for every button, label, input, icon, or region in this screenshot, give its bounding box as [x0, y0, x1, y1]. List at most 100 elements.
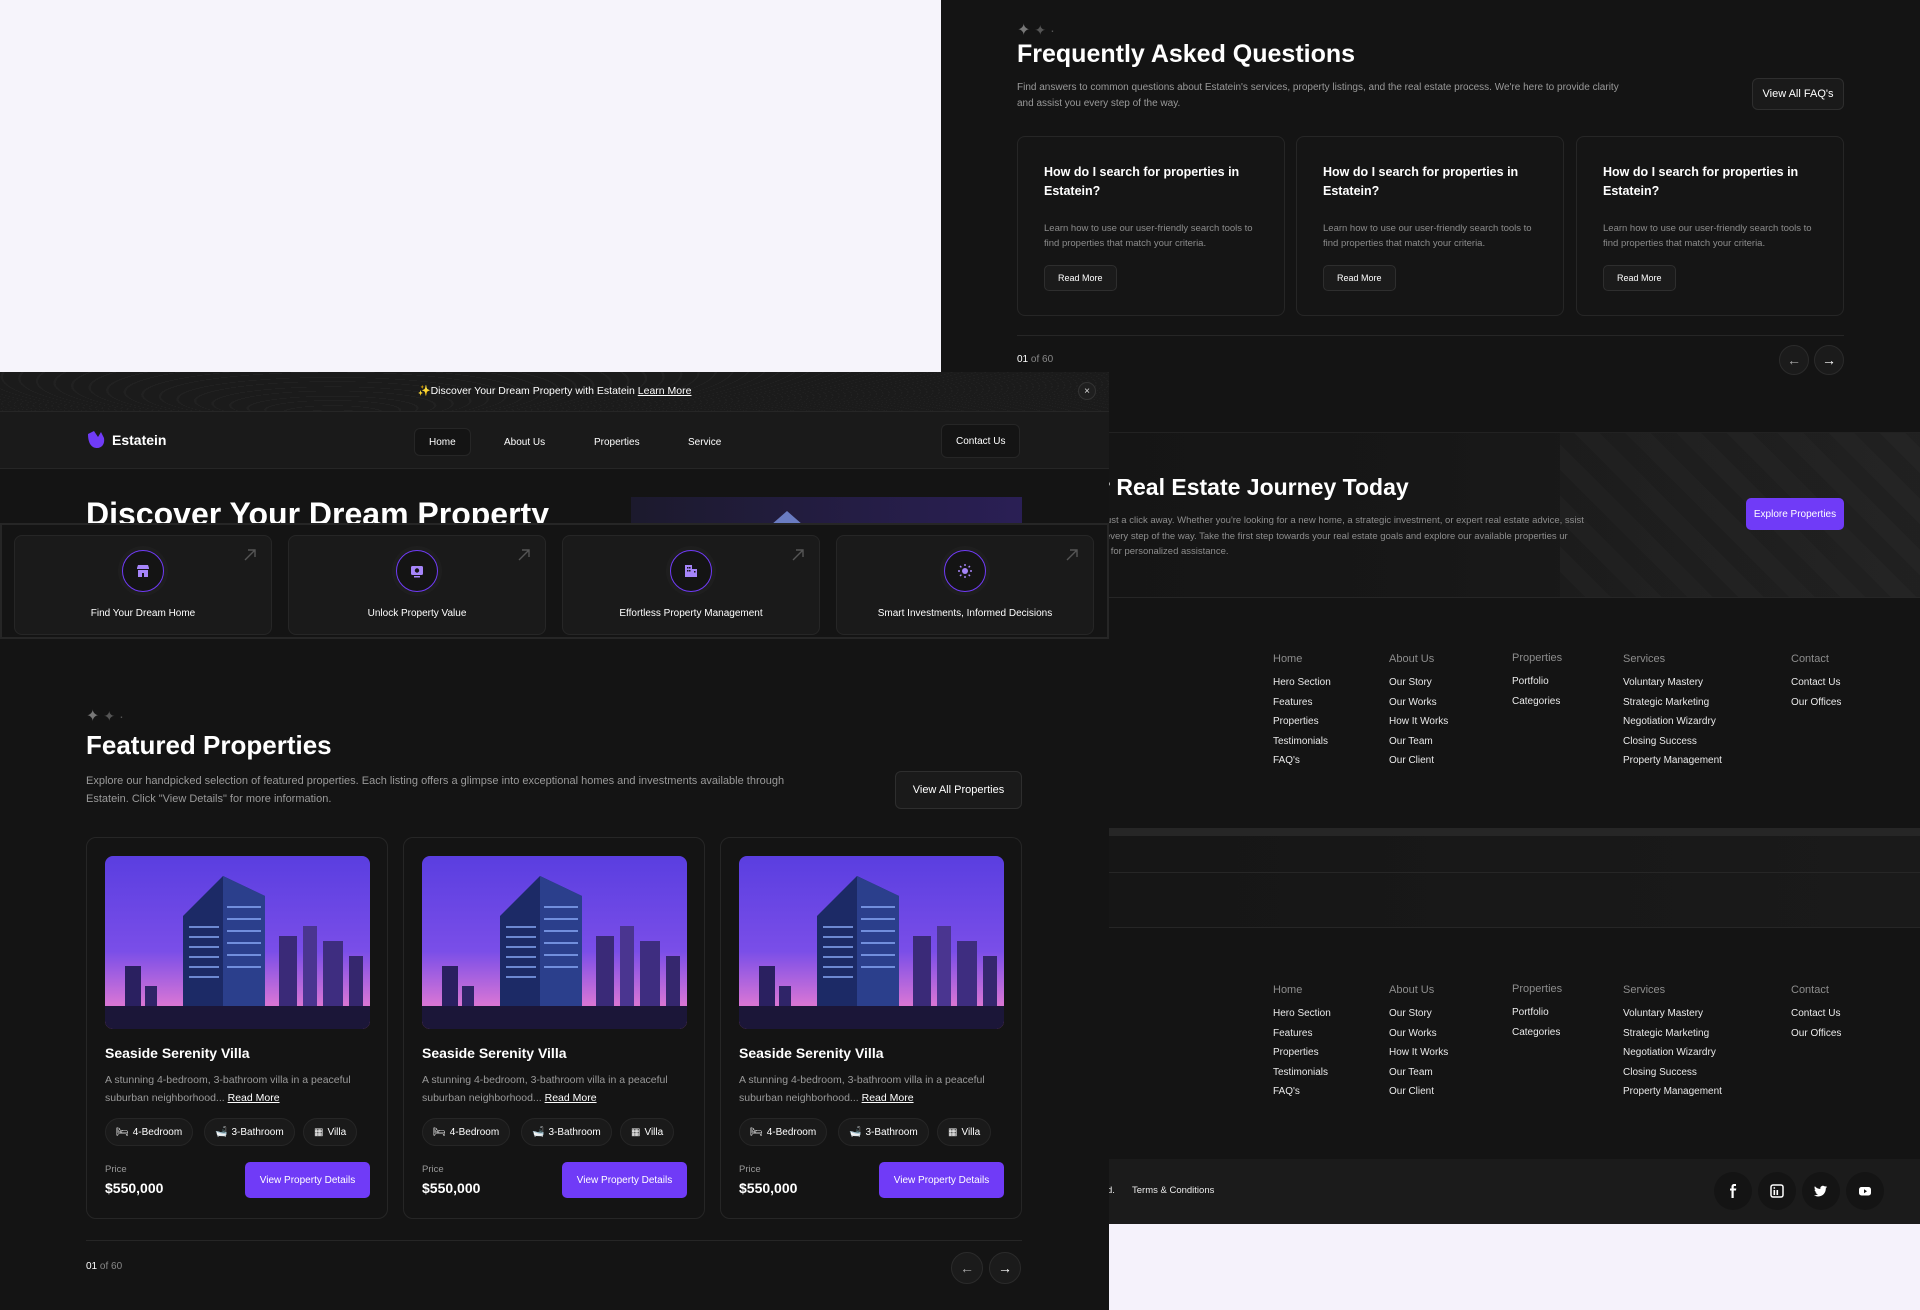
footer-link[interactable]: Negotiation Wizardry [1623, 1047, 1722, 1058]
bed-icon: 🛏 [116, 1126, 129, 1138]
footer-link[interactable]: Our Client [1389, 1086, 1448, 1097]
price-value: $550,000 [105, 1180, 164, 1196]
property-name: Seaside Serenity Villa [739, 1045, 884, 1061]
footer-link[interactable]: Property Management [1623, 1086, 1722, 1097]
arrow-left-icon: ← [1787, 352, 1801, 368]
footer-link[interactable]: Our Team [1389, 736, 1448, 747]
faq-card: How do I search for properties in Estate… [1296, 136, 1564, 316]
faq-question: How do I search for properties in Estate… [1603, 165, 1799, 198]
footer-link[interactable]: Closing Success [1623, 736, 1722, 747]
footer-link[interactable]: Contact Us [1791, 1008, 1841, 1019]
footer-link[interactable]: Closing Success [1623, 1067, 1722, 1078]
twitter-button[interactable] [1802, 1172, 1840, 1210]
sun-icon [944, 550, 986, 592]
bathroom-chip: 🛁 3-Bathroom [521, 1118, 612, 1146]
feature-card-find-home[interactable]: Find Your Dream Home [14, 535, 272, 635]
property-image[interactable] [105, 856, 370, 1029]
footer-link[interactable]: Hero Section [1273, 1008, 1331, 1019]
properties-next-button[interactable]: → [989, 1252, 1021, 1284]
footer-link[interactable]: Strategic Marketing [1623, 697, 1722, 708]
faq-next-button[interactable]: → [1814, 345, 1844, 375]
close-banner-button[interactable]: × [1078, 382, 1096, 400]
footer-link[interactable]: Property Management [1623, 755, 1722, 766]
bedroom-chip: 🛏 4-Bedroom [422, 1118, 511, 1146]
explore-properties-button[interactable]: Explore Properties [1746, 498, 1844, 530]
footer-link[interactable]: Our Works [1389, 1028, 1448, 1039]
footer-link[interactable]: Our Story [1389, 677, 1448, 688]
sparkle-icon: ✦✦· [86, 708, 128, 725]
linkedin-button[interactable] [1758, 1172, 1796, 1210]
footer-heading: Contact [1791, 653, 1829, 665]
property-image[interactable] [739, 856, 1004, 1029]
properties-pager: 01 of 60 [86, 1261, 123, 1272]
facebook-button[interactable] [1714, 1172, 1752, 1210]
terms-link[interactable]: Terms & Conditions [1132, 1185, 1214, 1196]
footer-link[interactable]: Categories [1512, 696, 1562, 707]
footer-link[interactable]: Negotiation Wizardry [1623, 716, 1722, 727]
building-icon [670, 550, 712, 592]
view-property-details-button[interactable]: View Property Details [562, 1162, 687, 1198]
footer-link[interactable]: Strategic Marketing [1623, 1028, 1722, 1039]
footer-link[interactable]: Our Offices [1791, 1028, 1841, 1039]
read-more-link[interactable]: Read More [862, 1092, 914, 1104]
footer-link[interactable]: Properties [1273, 1047, 1331, 1058]
close-icon: × [1084, 385, 1090, 397]
nav-about-us[interactable]: About Us [490, 428, 559, 456]
footer-link[interactable]: Voluntary Mastery [1623, 1008, 1722, 1019]
faq-read-more-button[interactable]: Read More [1044, 265, 1117, 291]
view-all-properties-button[interactable]: View All Properties [895, 771, 1022, 809]
footer-link[interactable]: Our Story [1389, 1008, 1448, 1019]
banner-learn-more-link[interactable]: Learn More [638, 385, 692, 397]
feature-label: Find Your Dream Home [90, 608, 196, 619]
footer-link[interactable]: How It Works [1389, 1047, 1448, 1058]
footer-heading: Services [1623, 653, 1666, 665]
view-property-details-button[interactable]: View Property Details [879, 1162, 1004, 1198]
faq-read-more-button[interactable]: Read More [1603, 265, 1676, 291]
logo[interactable]: Estatein [86, 430, 166, 450]
footer-link[interactable]: Testimonials [1273, 736, 1331, 747]
banner-text: ✨Discover Your Dream Property with Estat… [417, 385, 692, 397]
footer-link[interactable]: FAQ's [1273, 1086, 1331, 1097]
footer-link[interactable]: Our Client [1389, 755, 1448, 766]
featured-title: Featured Properties [86, 730, 332, 760]
hero-image [631, 497, 1022, 525]
footer-link[interactable]: Portfolio [1512, 1007, 1562, 1018]
property-image[interactable] [422, 856, 687, 1029]
footer-link[interactable]: Our Works [1389, 697, 1448, 708]
footer-link[interactable]: Voluntary Mastery [1623, 677, 1722, 688]
youtube-button[interactable] [1846, 1172, 1884, 1210]
price-label: Price [105, 1164, 127, 1175]
view-property-details-button[interactable]: View Property Details [245, 1162, 370, 1198]
footer-link[interactable]: Features [1273, 1028, 1331, 1039]
footer-link[interactable]: Our Offices [1791, 697, 1841, 708]
footer-link[interactable]: How It Works [1389, 716, 1448, 727]
read-more-link[interactable]: Read More [545, 1092, 597, 1104]
view-all-faqs-button[interactable]: View All FAQ's [1752, 78, 1844, 110]
nav-service[interactable]: Service [674, 428, 735, 456]
property-description: A stunning 4-bedroom, 3-bathroom villa i… [422, 1074, 668, 1104]
footer-link[interactable]: FAQ's [1273, 755, 1331, 766]
faq-read-more-button[interactable]: Read More [1323, 265, 1396, 291]
feature-card-property-management[interactable]: Effortless Property Management [562, 535, 820, 635]
footer-link[interactable]: Testimonials [1273, 1067, 1331, 1078]
faq-answer: Learn how to use our user-friendly searc… [1323, 223, 1532, 249]
footer-link[interactable]: Features [1273, 697, 1331, 708]
logo-text: Estatein [112, 432, 167, 448]
properties-prev-button[interactable]: ← [951, 1252, 983, 1284]
contact-us-button[interactable]: Contact Us [941, 424, 1021, 458]
faq-pager: 01 of 60 [1017, 354, 1054, 365]
camera-icon [396, 550, 438, 592]
feature-card-smart-investments[interactable]: Smart Investments, Informed Decisions [836, 535, 1094, 635]
faq-prev-button[interactable]: ← [1779, 345, 1809, 375]
nav-home[interactable]: Home [414, 428, 471, 456]
footer-link[interactable]: Contact Us [1791, 677, 1841, 688]
footer-link[interactable]: Portfolio [1512, 676, 1562, 687]
read-more-link[interactable]: Read More [228, 1092, 280, 1104]
nav-properties[interactable]: Properties [580, 428, 654, 456]
price-value: $550,000 [422, 1180, 481, 1196]
footer-link[interactable]: Our Team [1389, 1067, 1448, 1078]
footer-link[interactable]: Properties [1273, 716, 1331, 727]
footer-link[interactable]: Hero Section [1273, 677, 1331, 688]
footer-link[interactable]: Categories [1512, 1027, 1562, 1038]
feature-card-unlock-value[interactable]: Unlock Property Value [288, 535, 546, 635]
